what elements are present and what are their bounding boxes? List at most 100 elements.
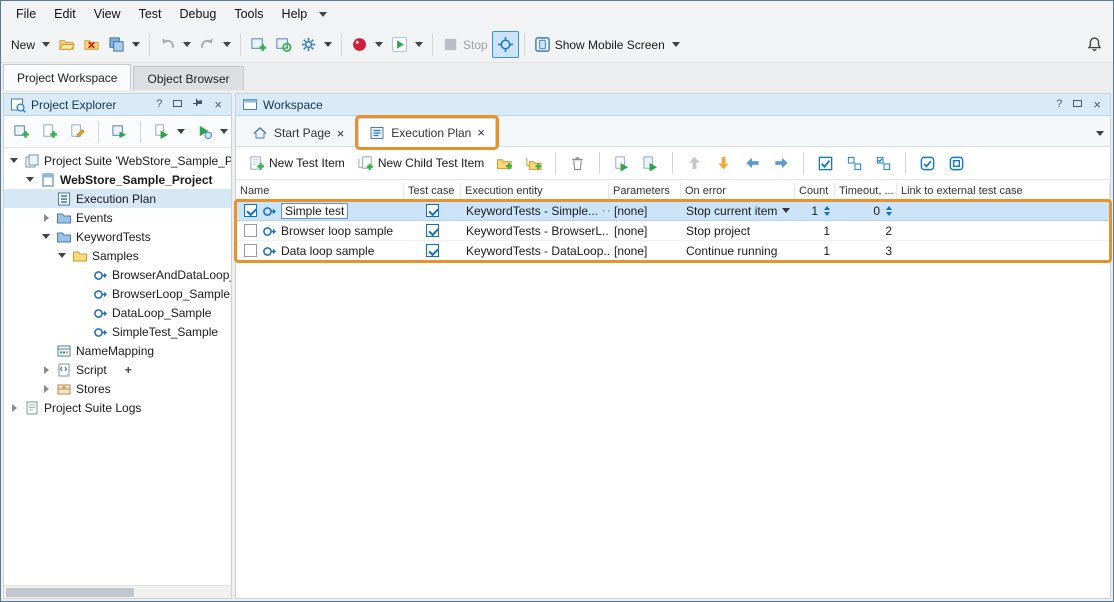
run-selected-button[interactable] bbox=[609, 151, 634, 176]
tree-item-webstore-project[interactable]: WebStore_Sample_Project bbox=[4, 170, 231, 189]
count-cell[interactable]: 1 bbox=[795, 241, 835, 260]
expand-arrow-icon[interactable] bbox=[8, 158, 20, 163]
move-down-button[interactable] bbox=[711, 151, 736, 176]
on-error-cell[interactable]: Continue running bbox=[681, 241, 795, 260]
disable-selected-button[interactable] bbox=[944, 151, 969, 176]
menu-overflow-chevron-icon[interactable] bbox=[319, 12, 327, 17]
test-case-cell[interactable] bbox=[404, 241, 461, 260]
stop-button[interactable]: Stop bbox=[438, 32, 492, 57]
expand-arrow-icon[interactable] bbox=[40, 385, 52, 393]
notifications-button[interactable] bbox=[1082, 32, 1107, 57]
tree-item-execution-plan[interactable]: Execution Plan bbox=[4, 189, 231, 208]
show-mobile-screen-button[interactable]: Show Mobile Screen bbox=[530, 32, 684, 57]
move-up-button[interactable] bbox=[682, 151, 707, 176]
column-header-timeout[interactable]: Timeout, ... bbox=[835, 183, 897, 200]
row-enabled-checkbox[interactable] bbox=[244, 244, 257, 257]
name-edit-box[interactable]: Simple test bbox=[281, 203, 348, 219]
link-cell[interactable] bbox=[897, 241, 1110, 260]
float-button[interactable] bbox=[170, 99, 185, 110]
new-group-button[interactable] bbox=[492, 151, 517, 176]
check-all-button[interactable] bbox=[813, 151, 838, 176]
move-left-button[interactable] bbox=[740, 151, 765, 176]
tab-list-dropdown-icon[interactable] bbox=[1096, 131, 1104, 136]
timeout-cell[interactable]: 3 bbox=[835, 241, 897, 260]
count-spinner[interactable] bbox=[824, 206, 830, 216]
tree-item-project-suite[interactable]: Project Suite 'WebStore_Sample_Proje... bbox=[4, 151, 231, 170]
tools-settings-button[interactable] bbox=[296, 32, 336, 57]
parameters-cell[interactable]: [none] bbox=[609, 241, 681, 260]
test-case-checkbox[interactable] bbox=[426, 244, 439, 257]
tab-project-workspace[interactable]: Project Workspace bbox=[3, 64, 131, 90]
enable-selected-button[interactable] bbox=[915, 151, 940, 176]
save-all-button[interactable] bbox=[104, 32, 144, 57]
menu-view[interactable]: View bbox=[85, 2, 130, 26]
add-script-button[interactable]: + bbox=[125, 363, 132, 377]
test-case-checkbox[interactable] bbox=[426, 224, 439, 237]
table-row[interactable]: Simple test KeywordTests - Simple... [no… bbox=[236, 201, 1110, 221]
expand-arrow-icon[interactable] bbox=[40, 234, 52, 239]
help-button[interactable] bbox=[1053, 99, 1065, 110]
count-cell[interactable]: 1 bbox=[795, 221, 835, 240]
menu-help[interactable]: Help bbox=[273, 2, 317, 26]
table-row[interactable]: Data loop sample KeywordTests - DataLoop… bbox=[236, 241, 1110, 261]
expand-arrow-icon[interactable] bbox=[8, 404, 20, 412]
run-button[interactable] bbox=[387, 32, 427, 57]
column-header-count[interactable]: Count bbox=[795, 183, 835, 200]
add-existing-item-button[interactable] bbox=[37, 119, 62, 144]
tree-item-namemapping[interactable]: NameMapping bbox=[4, 341, 231, 360]
test-case-cell[interactable] bbox=[404, 221, 461, 240]
open-button[interactable] bbox=[54, 32, 79, 57]
highlight-object-toggle[interactable] bbox=[492, 31, 519, 58]
name-cell[interactable]: Browser loop sample bbox=[236, 221, 404, 240]
menu-edit[interactable]: Edit bbox=[45, 2, 85, 26]
tree-item-project-suite-logs[interactable]: Project Suite Logs bbox=[4, 398, 231, 417]
link-cell[interactable] bbox=[897, 221, 1110, 240]
timeout-spinner[interactable] bbox=[886, 206, 892, 216]
test-case-checkbox[interactable] bbox=[426, 204, 439, 217]
edit-item-button[interactable] bbox=[65, 119, 90, 144]
on-error-dropdown-icon[interactable] bbox=[782, 208, 790, 213]
close-project-button[interactable] bbox=[79, 32, 104, 57]
tree-item-browserloop-sample[interactable]: BrowserLoop_Sample bbox=[4, 284, 231, 303]
invert-checks-button[interactable] bbox=[871, 151, 896, 176]
redo-button[interactable] bbox=[195, 32, 235, 57]
on-error-cell[interactable]: Stop project bbox=[681, 221, 795, 240]
add-new-item-button[interactable] bbox=[9, 119, 34, 144]
execution-entity-cell[interactable]: KeywordTests - BrowserL... bbox=[461, 221, 609, 240]
help-button[interactable] bbox=[153, 99, 165, 110]
on-error-cell[interactable]: Stop current item bbox=[681, 201, 795, 220]
run-focused-button[interactable] bbox=[638, 151, 663, 176]
scrollbar-thumb[interactable] bbox=[6, 588, 134, 597]
column-header-execution-entity[interactable]: Execution entity bbox=[461, 183, 609, 200]
name-cell[interactable]: Simple test bbox=[236, 201, 404, 220]
parameters-cell[interactable]: [none] bbox=[609, 221, 681, 240]
add-item-button[interactable] bbox=[246, 32, 271, 57]
tree-item-script[interactable]: Script + bbox=[4, 360, 231, 379]
close-tab-icon[interactable] bbox=[337, 126, 345, 141]
expand-arrow-icon[interactable] bbox=[40, 366, 52, 374]
tab-object-browser[interactable]: Object Browser bbox=[133, 66, 243, 90]
horizontal-scrollbar[interactable] bbox=[4, 585, 231, 598]
timeout-cell[interactable]: 0 bbox=[835, 201, 897, 220]
auto-hide-pin-button[interactable] bbox=[190, 98, 206, 111]
debug-item-button[interactable] bbox=[192, 119, 232, 144]
new-child-group-button[interactable] bbox=[521, 151, 546, 176]
tree-item-dataloop-sample[interactable]: DataLoop_Sample bbox=[4, 303, 231, 322]
delete-button[interactable] bbox=[565, 151, 590, 176]
close-tab-icon[interactable] bbox=[477, 125, 485, 140]
row-enabled-checkbox[interactable] bbox=[244, 204, 257, 217]
tree-item-browseranddataloop[interactable]: BrowserAndDataLoop_... bbox=[4, 265, 231, 284]
new-test-item-button[interactable]: New Test Item bbox=[244, 151, 349, 176]
add-checkpoint-button[interactable] bbox=[271, 32, 296, 57]
menu-test[interactable]: Test bbox=[130, 2, 171, 26]
record-button[interactable] bbox=[347, 32, 387, 57]
tree-item-simpletest-sample[interactable]: SimpleTest_Sample bbox=[4, 322, 231, 341]
expand-arrow-icon[interactable] bbox=[40, 214, 52, 222]
expand-arrow-icon[interactable] bbox=[24, 177, 36, 182]
close-panel-button[interactable] bbox=[1090, 98, 1104, 112]
new-child-test-item-button[interactable]: New Child Test Item bbox=[353, 151, 488, 176]
tree-item-samples[interactable]: Samples bbox=[4, 246, 231, 265]
move-right-button[interactable] bbox=[769, 151, 794, 176]
tab-start-page[interactable]: Start Page bbox=[242, 120, 354, 146]
timeout-cell[interactable]: 2 bbox=[835, 221, 897, 240]
